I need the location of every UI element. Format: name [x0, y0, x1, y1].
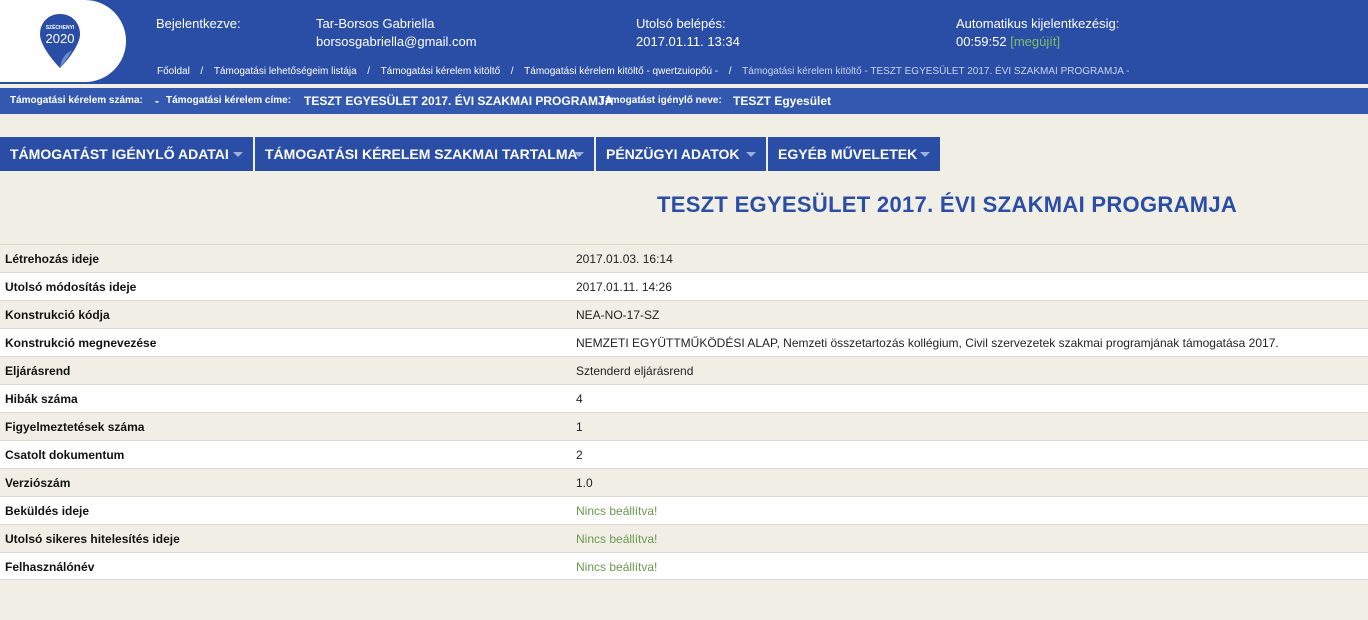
detail-key: Eljárásrend	[5, 364, 71, 378]
logged-in-label: Bejelentkezve:	[156, 16, 241, 31]
application-number-value: -	[155, 94, 159, 108]
breadcrumb-separator: /	[367, 66, 371, 77]
detail-value: NEA-NO-17-SZ	[576, 308, 660, 322]
detail-key: Hibák száma	[5, 392, 78, 406]
auto-logout-time: 00:59:52	[956, 34, 1007, 49]
breadcrumb-item-current: Támogatási kérelem kitöltő - TESZT EGYES…	[742, 66, 1130, 77]
detail-value: 2017.01.03. 16:14	[576, 252, 673, 266]
page-title: TESZT EGYESÜLET 2017. ÉVI SZAKMAI PROGRA…	[657, 192, 1238, 217]
table-row: Létrehozás ideje 2017.01.03. 16:14	[0, 244, 1368, 272]
menu-professional-content-label: TÁMOGATÁSI KÉRELEM SZAKMAI TARTALMA	[265, 146, 578, 162]
application-title-value: TESZT EGYESÜLET 2017. ÉVI SZAKMAI PROGRA…	[304, 94, 614, 108]
detail-value: 1.0	[576, 476, 593, 490]
application-info-bar: Támogatási kérelem száma: - Támogatási k…	[0, 88, 1368, 114]
breadcrumb-separator: /	[200, 66, 204, 77]
detail-value-not-set: Nincs beállítva!	[576, 504, 658, 518]
detail-value: Sztenderd eljárásrend	[576, 364, 694, 378]
detail-value-not-set: Nincs beállítva!	[576, 532, 658, 546]
menu-professional-content[interactable]: TÁMOGATÁSI KÉRELEM SZAKMAI TARTALMA	[255, 137, 594, 171]
menu-financial-data[interactable]: PÉNZÜGYI ADATOK	[596, 137, 766, 171]
chevron-down-icon	[920, 152, 930, 157]
table-row: Csatolt dokumentum 2	[0, 440, 1368, 468]
table-row: Utolsó sikeres hitelesítés ideje Nincs b…	[0, 524, 1368, 552]
menu-applicant-data[interactable]: TÁMOGATÁST IGÉNYLŐ ADATAI	[0, 137, 253, 171]
table-row: Konstrukció megnevezése NEMZETI EGYÜTTMŰ…	[0, 328, 1368, 356]
applicant-name-value: TESZT Egyesület	[733, 94, 832, 108]
table-row: Figyelmeztetések száma 1	[0, 412, 1368, 440]
breadcrumb-separator: /	[510, 66, 514, 77]
chevron-down-icon	[746, 152, 756, 157]
detail-key: Konstrukció kódja	[5, 308, 110, 322]
renew-session-link[interactable]: [megújít]	[1010, 34, 1060, 49]
last-login-label: Utolsó belépés:	[636, 16, 726, 31]
auto-logout-countdown: 00:59:52 [megújít]	[956, 34, 1060, 49]
detail-key: Figyelmeztetések száma	[5, 420, 145, 434]
table-row: Felhasználónév Nincs beállítva!	[0, 552, 1368, 580]
table-row: Verziószám 1.0	[0, 468, 1368, 496]
detail-key: Felhasználónév	[5, 560, 95, 574]
breadcrumb-separator: /	[728, 66, 732, 77]
logo-text-year: 2020	[46, 31, 75, 46]
application-number-label: Támogatási kérelem száma:	[10, 95, 143, 106]
breadcrumb-item-application-filler[interactable]: Támogatási kérelem kitöltő	[381, 66, 501, 77]
detail-value: 1	[576, 420, 583, 434]
table-row: Eljárásrend Sztenderd eljárásrend	[0, 356, 1368, 384]
chevron-down-icon	[574, 152, 584, 157]
szechenyi-2020-logo[interactable]: SZÉCHENYI 2020	[0, 0, 126, 82]
detail-key: Utolsó sikeres hitelesítés ideje	[5, 532, 180, 546]
breadcrumb-item-support-list[interactable]: Támogatási lehetőségeim listája	[214, 66, 357, 77]
menu-other-operations[interactable]: EGYÉB MŰVELETEK	[768, 137, 940, 171]
breadcrumb-item-home[interactable]: Főoldal	[157, 66, 190, 77]
menu-other-operations-label: EGYÉB MŰVELETEK	[778, 146, 918, 162]
application-details-table: Létrehozás ideje 2017.01.03. 16:14 Utols…	[0, 244, 1368, 580]
detail-key: Konstrukció megnevezése	[5, 336, 157, 350]
breadcrumb: Főoldal / Támogatási lehetőségeim listája /…	[157, 66, 1130, 77]
user-name: Tar-Borsos Gabriella	[316, 16, 435, 31]
detail-value: NEMZETI EGYÜTTMŰKÖDÉSI ALAP, Nemzeti öss…	[576, 336, 1279, 350]
applicant-name-label: Támogatást igénylő neve:	[599, 95, 722, 106]
detail-value: 2	[576, 448, 583, 462]
chevron-down-icon	[233, 152, 243, 157]
detail-value: 4	[576, 392, 583, 406]
table-row: Hibák száma 4	[0, 384, 1368, 412]
detail-value: 2017.01.11. 14:26	[576, 280, 672, 294]
top-header: SZÉCHENYI 2020 Bejelentkezve: Tar-Borsos…	[0, 0, 1368, 84]
table-row: Konstrukció kódja NEA-NO-17-SZ	[0, 300, 1368, 328]
breadcrumb-item-application-qwertz[interactable]: Támogatási kérelem kitöltő - qwertzuiopő…	[524, 66, 718, 77]
detail-value-not-set: Nincs beállítva!	[576, 560, 658, 574]
detail-key: Utolsó módosítás ideje	[5, 280, 137, 294]
application-title-label: Támogatási kérelem címe:	[166, 95, 292, 106]
table-row: Beküldés ideje Nincs beállítva!	[0, 496, 1368, 524]
detail-key: Beküldés ideje	[5, 504, 90, 518]
auto-logout-label: Automatikus kijelentkezésig:	[956, 16, 1120, 31]
last-login-value: 2017.01.11. 13:34	[636, 34, 740, 49]
detail-key: Csatolt dokumentum	[5, 448, 125, 462]
location-pin-logo-icon: SZÉCHENYI 2020	[40, 14, 80, 68]
user-email: borsosgabriella@gmail.com	[316, 34, 477, 49]
logo-text-top: SZÉCHENYI	[46, 23, 75, 31]
table-row: Utolsó módosítás ideje 2017.01.11. 14:26	[0, 272, 1368, 300]
detail-key: Verziószám	[5, 476, 71, 490]
menu-applicant-data-label: TÁMOGATÁST IGÉNYLŐ ADATAI	[10, 146, 229, 162]
menu-financial-data-label: PÉNZÜGYI ADATOK	[606, 146, 740, 162]
detail-key: Létrehozás ideje	[5, 252, 100, 266]
